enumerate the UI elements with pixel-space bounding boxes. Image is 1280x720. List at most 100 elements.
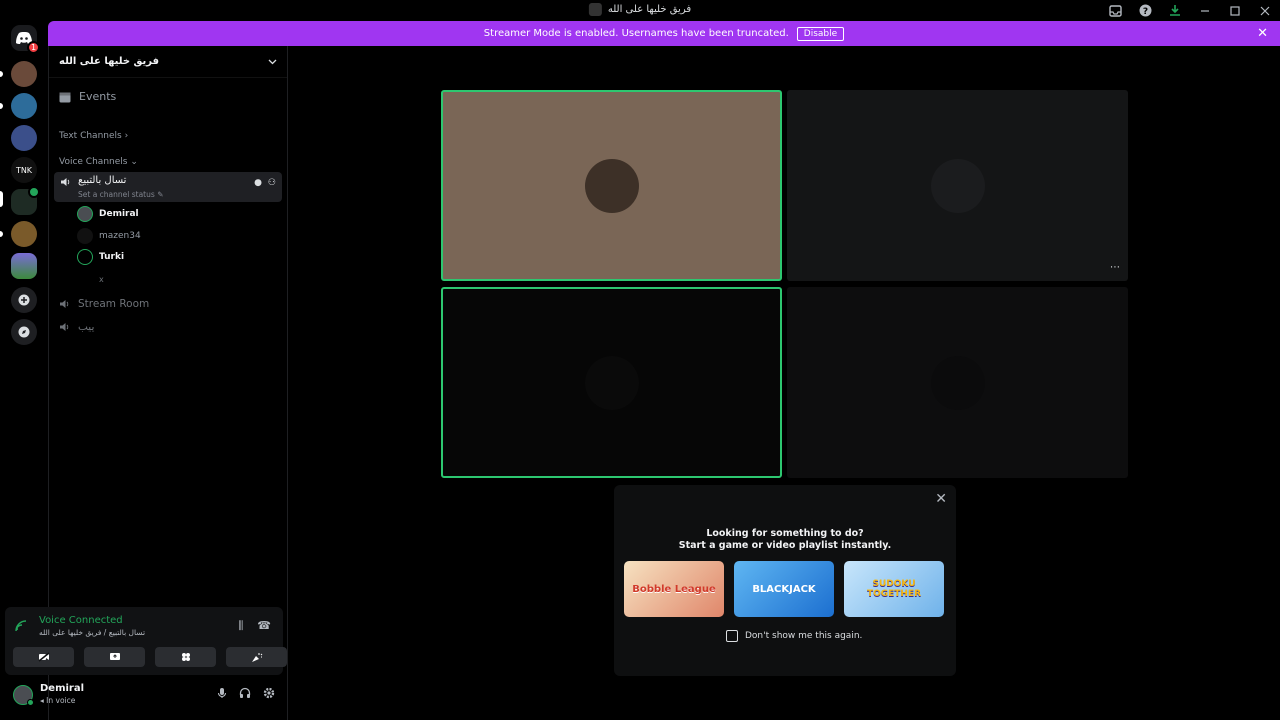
server-icon-tnk[interactable]: TNK — [11, 157, 37, 183]
video-tile[interactable] — [787, 287, 1128, 478]
game-list: Bobble League BLACKJACK SUDOKU TOGETHER — [624, 561, 944, 617]
video-tile-speaking[interactable] — [441, 287, 782, 478]
avatar — [584, 158, 639, 213]
pencil-icon: ✎ — [157, 190, 164, 199]
popup-line-1: Looking for something to do? — [706, 528, 864, 539]
unread-pill — [0, 103, 3, 109]
server-icon-6[interactable] — [11, 253, 37, 279]
category-label: Voice Channels — [59, 157, 128, 167]
server-icon-5[interactable] — [11, 221, 37, 247]
signal-icon[interactable] — [15, 620, 27, 635]
events-link[interactable]: Events — [59, 90, 116, 103]
checkbox[interactable] — [726, 630, 738, 642]
compass-icon — [18, 326, 30, 338]
popup-line-2: Start a game or video playlist instantly… — [678, 540, 892, 551]
game-title: BLACKJACK — [752, 583, 816, 595]
speaker-icon — [60, 177, 71, 190]
maximize-icon[interactable] — [1220, 0, 1250, 21]
popup-title: Looking for something to do? Start a gam… — [614, 528, 956, 552]
avatar — [930, 158, 985, 213]
avatar — [930, 355, 985, 410]
server-icon-1[interactable] — [11, 61, 37, 87]
dont-show-label: Don't show me this again. — [745, 631, 863, 641]
unread-pill — [0, 71, 3, 77]
chevron-down-icon — [268, 59, 277, 64]
username[interactable]: Demiral — [40, 683, 84, 694]
member-name: x — [99, 274, 104, 284]
download-icon[interactable] — [1160, 0, 1190, 21]
member-name: Turki — [99, 252, 125, 262]
video-tile-speaking[interactable] — [441, 90, 782, 281]
avatar — [77, 271, 93, 287]
activities-button[interactable] — [155, 647, 216, 667]
avatar — [77, 249, 93, 265]
server-icon-2[interactable] — [11, 93, 37, 119]
discover-button[interactable] — [11, 319, 37, 345]
voice-connected-panel: Voice Connected تسال بالتبيع / فريق خليه… — [5, 607, 287, 675]
game-card-sudoku[interactable]: SUDOKU TOGETHER — [844, 561, 944, 617]
microphone-icon[interactable] — [217, 687, 227, 702]
activities-icon — [181, 653, 190, 661]
server-icon-current[interactable] — [11, 186, 40, 215]
voice-panel-actions: ⫼ ☎ — [238, 619, 271, 633]
avatar — [77, 206, 93, 222]
headphones-icon[interactable] — [239, 687, 251, 702]
chat-icon[interactable]: ● — [254, 178, 262, 188]
game-card-blackjack[interactable]: BLACKJACK — [734, 561, 834, 617]
inbox-icon[interactable] — [1100, 0, 1130, 21]
online-status-dot — [27, 699, 34, 706]
avatar — [77, 228, 93, 244]
more-options-icon[interactable]: ⋯ — [1110, 262, 1120, 273]
voice-member[interactable]: x — [77, 271, 104, 287]
banner-close-icon[interactable]: ✕ — [1257, 26, 1268, 41]
close-icon[interactable]: ✕ — [935, 491, 947, 507]
notification-badge: 1 — [27, 41, 40, 54]
voice-member[interactable]: Demiral — [77, 206, 139, 222]
voice-channel-2[interactable]: ييب — [59, 321, 94, 333]
soundboard-button[interactable] — [226, 647, 287, 667]
voice-channel-active[interactable]: تسال بالتبيع Set a channel status ✎ ● ⚇ — [54, 172, 282, 202]
dont-show-again-option[interactable]: Don't show me this again. — [726, 630, 862, 642]
plus-icon — [18, 294, 30, 306]
guild-header[interactable]: فريق خليها على الله — [49, 46, 287, 78]
voice-connected-subtitle[interactable]: تسال بالتبيع / فريق خليها على الله — [39, 628, 145, 637]
voice-call-area: ⋯ ✕ Looking for something to do? Start a… — [289, 46, 1280, 720]
voice-member[interactable]: mazen34 — [77, 228, 141, 244]
voice-channel-name: تسال بالتبيع — [78, 175, 127, 186]
voice-channel-stream-room[interactable]: Stream Room — [59, 298, 149, 310]
streamer-mode-banner: Streamer Mode is enabled. Usernames have… — [48, 21, 1280, 46]
voice-action-buttons — [13, 647, 287, 667]
activity-suggestion-popup: ✕ Looking for something to do? Start a g… — [614, 485, 956, 676]
voice-indicator-icon — [28, 186, 40, 198]
disconnect-icon[interactable]: ☎ — [257, 619, 271, 633]
user-state: ◂ In voice — [40, 696, 75, 705]
unread-pill — [0, 231, 3, 237]
minimize-icon[interactable] — [1190, 0, 1220, 21]
voice-member[interactable]: Turki — [77, 249, 124, 265]
channel-status-hint[interactable]: Set a channel status ✎ — [78, 190, 163, 199]
add-server-button[interactable] — [11, 287, 37, 313]
text-channels-category[interactable]: Text Channels › — [59, 131, 128, 141]
server-icon-3[interactable] — [11, 125, 37, 151]
help-icon[interactable]: ? — [1130, 0, 1160, 21]
video-tile[interactable]: ⋯ — [787, 90, 1128, 281]
game-title: Bobble League — [632, 583, 716, 595]
screen-share-button[interactable] — [84, 647, 145, 667]
channel-name: ييب — [78, 321, 95, 333]
user-state-text: In voice — [46, 696, 76, 705]
close-icon[interactable] — [1250, 0, 1280, 21]
noise-suppression-icon[interactable]: ⫼ — [238, 619, 243, 633]
chevron-down-icon: ⌄ — [130, 157, 138, 167]
member-name: mazen34 — [99, 231, 141, 241]
invite-icon[interactable]: ⚇ — [268, 178, 276, 188]
settings-gear-icon[interactable] — [263, 687, 275, 702]
calendar-icon — [59, 92, 71, 102]
camera-off-button[interactable] — [13, 647, 74, 667]
guild-mini-icon — [588, 3, 602, 16]
events-label: Events — [79, 90, 117, 103]
game-card-bobble-league[interactable]: Bobble League — [624, 561, 724, 617]
disable-button[interactable]: Disable — [796, 26, 845, 41]
voice-channels-category[interactable]: Voice Channels ⌄ — [59, 157, 138, 167]
home-button[interactable]: 1 — [11, 25, 40, 54]
user-panel: Demiral ◂ In voice — [5, 676, 283, 716]
